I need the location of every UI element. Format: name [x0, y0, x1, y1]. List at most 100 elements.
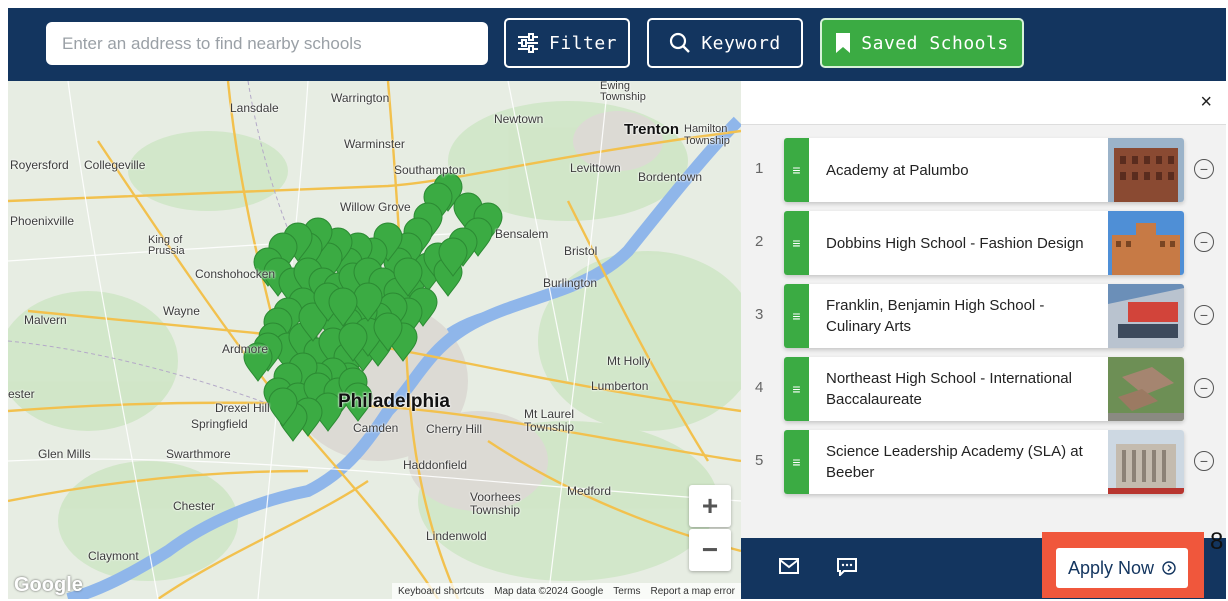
app-window: Filter Keyword Saved Schools	[0, 0, 1228, 601]
drag-handle-icon[interactable]: ≡	[784, 138, 809, 202]
minus-icon: −	[701, 534, 719, 565]
list-item: 5 ≡ Science Leadership Academy (SLA) at …	[741, 430, 1226, 494]
place-label: Ardmore	[222, 342, 269, 356]
step-number: 8	[1210, 528, 1224, 555]
remove-school-icon[interactable]: −	[1194, 232, 1214, 252]
address-search-input[interactable]	[46, 22, 488, 65]
filter-button[interactable]: Filter	[504, 18, 630, 68]
place-label: Claymont	[88, 549, 139, 563]
saved-schools-button[interactable]: Saved Schools	[820, 18, 1024, 68]
list-item: 3 ≡ Franklin, Benjamin High School - Cul…	[741, 284, 1226, 348]
filter-label: Filter	[548, 32, 618, 54]
place-label: Newtown	[494, 112, 544, 126]
place-label: Malvern	[24, 313, 67, 327]
school-photo	[1108, 211, 1184, 275]
place-label: Cherry Hill	[426, 422, 483, 436]
rank-number: 1	[755, 160, 764, 177]
place-label: Southampton	[394, 163, 466, 177]
google-logo: Google	[14, 574, 83, 596]
zoom-in-button[interactable]: +	[689, 485, 731, 527]
school-name: Northeast High School - International Ba…	[826, 370, 1072, 408]
place-label: Mt Holly	[607, 354, 651, 368]
drag-handle-icon[interactable]: ≡	[784, 284, 809, 348]
bookmark-icon	[836, 33, 851, 53]
saved-schools-panel: × 1 ≡ Academy at Palumbo − 2 ≡ Dobbins H…	[741, 81, 1226, 538]
place-label: Bensalem	[495, 227, 549, 241]
school-card[interactable]: ≡ Franklin, Benjamin High School - Culin…	[784, 284, 1184, 348]
place-label: Willow Grove	[340, 200, 411, 214]
rank-number: 2	[755, 233, 764, 250]
place-label: Lindenwold	[426, 529, 487, 543]
place-label: Camden	[353, 421, 399, 435]
place-label: Phoenixville	[10, 214, 75, 228]
place-label: Haddonfield	[403, 458, 468, 472]
place-label: Levittown	[570, 161, 621, 175]
place-label: Springfield	[191, 417, 248, 431]
school-photo	[1108, 284, 1184, 348]
place-label: Voorhees Township	[470, 490, 521, 518]
list-item: 2 ≡ Dobbins High School - Fashion Design…	[741, 211, 1226, 275]
remove-school-icon[interactable]: −	[1194, 159, 1214, 179]
map-view[interactable]: Lansdale Warrington Ewing Township Newto…	[8, 81, 741, 599]
place-label: Warminster	[344, 137, 405, 151]
school-card[interactable]: ≡ Science Leadership Academy (SLA) at Be…	[784, 430, 1184, 494]
place-label: Collegeville	[84, 158, 146, 172]
place-label: Chester	[173, 499, 216, 513]
chat-icon[interactable]	[837, 558, 857, 576]
list-item: 4 ≡ Northeast High School - Internationa…	[741, 357, 1226, 421]
school-name: Academy at Palumbo	[826, 161, 969, 179]
plus-icon: +	[701, 490, 719, 521]
place-label: Mt Laurel Township	[524, 407, 575, 435]
place-label: ester	[8, 387, 35, 401]
map-data-credit: Map data ©2024 Google	[494, 585, 604, 597]
search-icon	[670, 32, 691, 53]
drag-handle-icon[interactable]: ≡	[784, 357, 809, 421]
school-name: Science Leadership Academy (SLA) at Beeb…	[826, 443, 1083, 481]
place-label: Lansdale	[230, 101, 279, 115]
place-label: Bordentown	[638, 170, 703, 184]
place-label: Glen Mills	[38, 447, 91, 461]
place-label: Drexel Hill	[215, 401, 270, 415]
school-card[interactable]: ≡ Academy at Palumbo	[784, 138, 1184, 202]
apply-now-button[interactable]: Apply Now	[1056, 548, 1188, 588]
school-name: Dobbins High School - Fashion Design	[826, 234, 1084, 252]
school-photo	[1108, 357, 1184, 421]
panel-header: ×	[741, 81, 1226, 125]
place-label: Hamilton Township	[684, 123, 730, 148]
arrow-circle-right-icon	[1162, 561, 1176, 575]
school-photo	[1108, 138, 1184, 202]
rank-number: 5	[755, 452, 764, 469]
remove-school-icon[interactable]: −	[1194, 305, 1214, 325]
school-card[interactable]: ≡ Northeast High School - International …	[784, 357, 1184, 421]
place-label: Warrington	[331, 91, 390, 105]
place-label: King of Prussia	[148, 234, 185, 257]
keyword-label: Keyword	[701, 32, 781, 54]
school-photo	[1108, 430, 1184, 494]
keyboard-shortcuts-link[interactable]: Keyboard shortcuts	[398, 586, 484, 597]
report-error-link[interactable]: Report a map error	[651, 586, 735, 597]
sliders-icon	[517, 33, 538, 53]
place-label: Wayne	[163, 304, 200, 318]
place-label: Burlington	[543, 276, 598, 290]
keyword-button[interactable]: Keyword	[647, 18, 803, 68]
email-icon[interactable]	[779, 558, 799, 574]
school-card[interactable]: ≡ Dobbins High School - Fashion Design	[784, 211, 1184, 275]
rank-number: 4	[755, 379, 764, 396]
place-label: Medford	[567, 484, 612, 498]
terms-link[interactable]: Terms	[613, 586, 640, 597]
place-label: Conshohocken	[195, 267, 276, 281]
list-item: 1 ≡ Academy at Palumbo −	[741, 138, 1226, 202]
drag-handle-icon[interactable]: ≡	[784, 430, 809, 494]
zoom-out-button[interactable]: −	[689, 529, 731, 571]
school-name: Franklin, Benjamin High School - Culinar…	[826, 297, 1045, 335]
remove-school-icon[interactable]: −	[1194, 451, 1214, 471]
place-label: Bristol	[564, 244, 598, 258]
place-label: Ewing Township	[600, 81, 646, 103]
rank-number: 3	[755, 306, 764, 323]
remove-school-icon[interactable]: −	[1194, 378, 1214, 398]
drag-handle-icon[interactable]: ≡	[784, 211, 809, 275]
place-label-city: Philadelphia	[338, 391, 450, 412]
close-icon[interactable]: ×	[1200, 91, 1212, 114]
apply-now-label: Apply Now	[1067, 557, 1155, 578]
place-label: Royersford	[10, 158, 69, 172]
